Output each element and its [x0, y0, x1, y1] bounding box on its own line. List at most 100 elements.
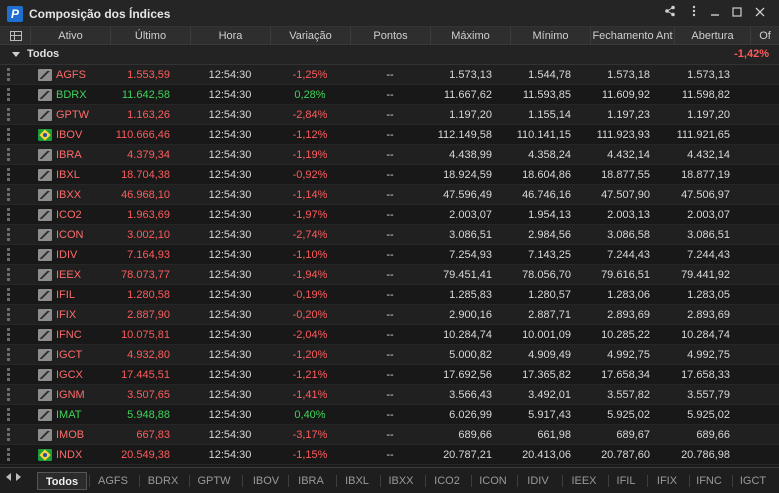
- table-row[interactable]: IFIL 1.280,58 12:54:30 -0,19% -- 1.285,83 1.28…: [0, 285, 779, 305]
- column-header-hora[interactable]: Hora: [190, 27, 270, 45]
- tab-igct[interactable]: IGCT: [733, 472, 773, 490]
- cell-abertura: 7.244,43: [687, 249, 730, 261]
- column-header-oferta[interactable]: Of: [750, 27, 779, 45]
- table-row[interactable]: IBXL 18.704,38 12:54:30 -0,92% -- 18.924,59 18…: [0, 165, 779, 185]
- drag-handle-icon[interactable]: [7, 208, 10, 223]
- drag-handle-icon[interactable]: [7, 328, 10, 343]
- table-row[interactable]: IGCT 4.932,80 12:54:30 -1,20% -- 5.000,82 4.90…: [0, 345, 779, 365]
- cell-pontos: --: [386, 389, 394, 401]
- drag-handle-icon[interactable]: [7, 168, 10, 183]
- drag-handle-icon[interactable]: [7, 388, 10, 403]
- tab-gptw[interactable]: GPTW: [190, 472, 238, 490]
- drag-handle-icon[interactable]: [7, 108, 10, 123]
- tab-ifil[interactable]: IFIL: [609, 472, 643, 490]
- tab-ibxx[interactable]: IBXX: [381, 472, 421, 490]
- tab-ibov[interactable]: IBOV: [243, 472, 289, 490]
- drag-handle-icon[interactable]: [7, 408, 10, 423]
- drag-handle-icon[interactable]: [7, 148, 10, 163]
- cell-variacao: 0,28%: [294, 89, 326, 101]
- tab-icon[interactable]: ICON: [472, 472, 514, 490]
- tab-bdrx[interactable]: BDRX: [140, 472, 186, 490]
- scroll-left-icon[interactable]: [6, 473, 11, 481]
- drag-handle-icon[interactable]: [7, 248, 10, 263]
- cell-fechamento: 3.557,82: [607, 389, 650, 401]
- drag-handle-icon[interactable]: [7, 228, 10, 243]
- drag-handle-icon[interactable]: [7, 448, 10, 463]
- drag-handle-icon[interactable]: [7, 268, 10, 283]
- table-row[interactable]: IMOB 667,83 12:54:30 -3,17% -- 689,66 661,98 68…: [0, 425, 779, 445]
- table-row[interactable]: ICO2 1.963,69 12:54:30 -1,97% -- 2.003,07 1.95…: [0, 205, 779, 225]
- drag-handle-icon[interactable]: [7, 428, 10, 443]
- table-row[interactable]: IGCX 17.445,51 12:54:30 -1,21% -- 17.692,56 17…: [0, 365, 779, 385]
- table-row[interactable]: IGNM 3.507,65 12:54:30 -1,41% -- 3.566,43 3.49…: [0, 385, 779, 405]
- table-row[interactable]: IBXX 46.968,10 12:54:30 -1,14% -- 47.596,49 46…: [0, 185, 779, 205]
- drag-handle-icon[interactable]: [7, 348, 10, 363]
- tab-bar: Todos AGFS BDRX GPTW IBOV IBRA IBXL IBXX ICO2 ICO…: [0, 467, 779, 493]
- tab-ibxl[interactable]: IBXL: [337, 472, 377, 490]
- table-row[interactable]: IDIV 7.164,93 12:54:30 -1,10% -- 7.254,93 7.14…: [0, 245, 779, 265]
- drag-handle-icon[interactable]: [7, 308, 10, 323]
- drag-handle-icon[interactable]: [7, 188, 10, 203]
- cell-abertura: 3.557,79: [687, 389, 730, 401]
- scroll-right-icon[interactable]: [16, 473, 21, 481]
- group-row-todos[interactable]: Todos -1,42%: [0, 45, 779, 65]
- tab-ico2[interactable]: ICO2: [426, 472, 468, 490]
- column-header-minimo[interactable]: Mínimo: [510, 27, 590, 45]
- table-row[interactable]: AGFS 1.553,59 12:54:30 -1,25% -- 1.573,13 1.54…: [0, 65, 779, 85]
- table-row[interactable]: INDX 20.549,38 12:54:30 -1,15% -- 20.787,21 20…: [0, 445, 779, 465]
- column-header-maximo[interactable]: Máximo: [430, 27, 510, 45]
- chart-icon: [38, 149, 52, 161]
- table-row[interactable]: IBRA 4.379,34 12:54:30 -1,19% -- 4.438,99 4.35…: [0, 145, 779, 165]
- menu-icon[interactable]: [684, 4, 704, 22]
- tab-todos[interactable]: Todos: [37, 472, 87, 490]
- table-row[interactable]: IEEX 78.073,77 12:54:30 -1,94% -- 79.451,41 78…: [0, 265, 779, 285]
- drag-handle-icon[interactable]: [7, 128, 10, 143]
- tab-idiv[interactable]: IDIV: [518, 472, 558, 490]
- cell-ultimo: 1.280,58: [127, 289, 170, 301]
- tab-agfs[interactable]: AGFS: [90, 472, 136, 490]
- table-row[interactable]: IFIX 2.887,90 12:54:30 -0,20% -- 2.900,16 2.88…: [0, 305, 779, 325]
- cell-ativo: IFNC: [56, 329, 82, 341]
- tab-separator: [336, 475, 337, 487]
- chevron-down-icon[interactable]: [12, 52, 20, 57]
- cell-minimo: 46.746,16: [522, 189, 571, 201]
- table-row[interactable]: GPTW 1.163,26 12:54:30 -2,84% -- 1.197,20 1.15…: [0, 105, 779, 125]
- cell-minimo: 2.887,71: [528, 309, 571, 321]
- table-row[interactable]: ICON 3.002,10 12:54:30 -2,74% -- 3.086,51 2.98…: [0, 225, 779, 245]
- column-header-fechamento[interactable]: Fechamento Ant: [590, 27, 674, 45]
- table-header: Ativo Último Hora Variação Pontos Máximo…: [0, 27, 779, 45]
- minimize-icon[interactable]: [705, 4, 725, 22]
- app-logo-icon: P: [7, 6, 23, 22]
- column-header-ultimo[interactable]: Último: [110, 27, 190, 45]
- cell-ultimo: 4.932,80: [127, 349, 170, 361]
- drag-handle-icon[interactable]: [7, 288, 10, 303]
- drag-handle-icon[interactable]: [7, 368, 10, 383]
- drag-handle-icon[interactable]: [7, 68, 10, 83]
- share-icon[interactable]: [660, 4, 680, 22]
- table-row[interactable]: IBOV 110.666,46 12:54:30 -1,12% -- 112.149,58…: [0, 125, 779, 145]
- tab-ifix[interactable]: IFIX: [648, 472, 686, 490]
- chart-icon: [38, 349, 52, 361]
- tab-ibra[interactable]: IBRA: [289, 472, 333, 490]
- tab-ieex[interactable]: IEEX: [563, 472, 605, 490]
- cell-pontos: --: [386, 69, 394, 81]
- table-settings-icon[interactable]: [10, 31, 22, 41]
- table-row[interactable]: BDRX 11.642,58 12:54:30 0,28% -- 11.667,62 11.…: [0, 85, 779, 105]
- maximize-icon[interactable]: [727, 4, 747, 22]
- column-header-pontos[interactable]: Pontos: [350, 27, 430, 45]
- column-header-ativo[interactable]: Ativo: [30, 27, 110, 45]
- column-header-variacao[interactable]: Variação: [270, 27, 350, 45]
- close-icon[interactable]: [750, 4, 770, 22]
- cell-abertura: 1.573,13: [687, 69, 730, 81]
- chart-icon: [38, 69, 52, 81]
- cell-fechamento: 3.086,58: [607, 229, 650, 241]
- drag-handle-icon[interactable]: [7, 88, 10, 103]
- cell-ultimo: 78.073,77: [121, 269, 170, 281]
- cell-hora: 12:54:30: [208, 449, 252, 461]
- table-row[interactable]: IMAT 5.948,88 12:54:30 0,40% -- 6.026,99 5.917…: [0, 405, 779, 425]
- cell-fechamento: 4.992,75: [607, 349, 650, 361]
- table-row[interactable]: IFNC 10.075,81 12:54:30 -2,04% -- 10.284,74 10…: [0, 325, 779, 345]
- column-header-abertura[interactable]: Abertura: [674, 27, 750, 45]
- cell-pontos: --: [386, 89, 394, 101]
- tab-ifnc[interactable]: IFNC: [690, 472, 728, 490]
